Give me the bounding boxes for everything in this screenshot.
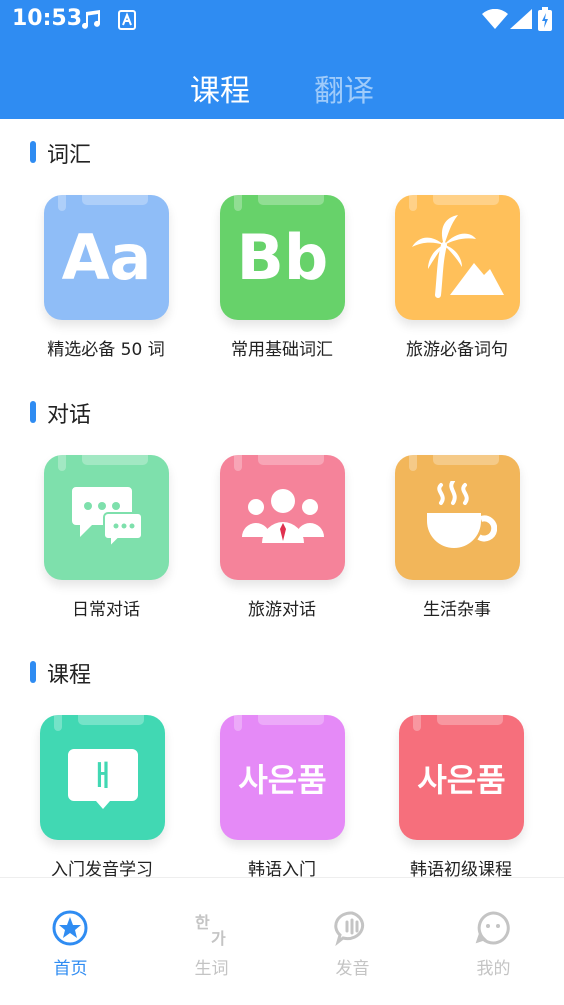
letters-aa-icon: Aa (61, 221, 152, 294)
svg-text:한: 한 (195, 913, 210, 932)
tab-translate[interactable]: 翻译 (314, 66, 374, 110)
card-label: 常用基础词汇 (231, 340, 333, 360)
card-korean-intro[interactable]: 사은품 (220, 715, 345, 840)
status-bar: 10:53 (0, 0, 564, 40)
star-icon (52, 910, 88, 946)
section-title-dialogue: 对话 (30, 397, 91, 429)
bottom-nav: 首页 한 가 生词 发音 我的 (0, 877, 564, 1005)
card-label: 入门发音学习 (51, 860, 153, 877)
nav-pronunciation[interactable]: 发音 (282, 878, 423, 988)
card-life-chores[interactable] (395, 455, 520, 580)
section-title-courses: 课程 (30, 657, 91, 689)
card-basic-vocabulary[interactable]: Bb (220, 195, 345, 320)
top-tab-bar: 课程 翻译 (0, 40, 564, 119)
course-list[interactable]: 词汇 Aa 精选必备 50 词 Bb 常用基础词汇 旅游必备词句 对话 日常对话… (0, 119, 564, 877)
nav-vocabulary[interactable]: 한 가 生词 (141, 878, 282, 988)
hangul-text-icon: 사은품 (417, 760, 506, 799)
wifi-icon (482, 9, 508, 29)
nav-home[interactable]: 首页 (0, 878, 141, 988)
card-label: 生活杂事 (423, 600, 491, 620)
battery-icon (538, 7, 552, 31)
nav-profile[interactable]: 我的 (423, 878, 564, 988)
hangul-book-icon: 한 가 (195, 913, 226, 946)
card-daily-dialogue[interactable] (44, 455, 169, 580)
speech-icon (334, 911, 365, 946)
card-pronunciation-intro[interactable]: ㅐ (40, 715, 165, 840)
status-time: 10:53 (12, 6, 83, 31)
tab-courses[interactable]: 课程 (190, 66, 250, 110)
letters-bb-icon: Bb (236, 221, 329, 294)
card-korean-elementary[interactable]: 사은품 (399, 715, 524, 840)
music-note-icon (82, 10, 100, 29)
card-essential-50-words[interactable]: Aa (44, 195, 169, 320)
card-label: 日常对话 (72, 600, 140, 620)
coffee-cup-icon (427, 481, 497, 548)
card-label: 韩语初级课程 (410, 860, 512, 877)
chat-bubbles-icon (72, 487, 142, 549)
signal-icon (510, 9, 532, 29)
group-people-icon (242, 489, 324, 543)
card-travel-phrases[interactable] (395, 195, 520, 320)
palm-tree-icon (412, 215, 504, 298)
svg-text:가: 가 (211, 929, 226, 946)
card-label: 精选必备 50 词 (47, 340, 165, 360)
card-travel-dialogue[interactable] (220, 455, 345, 580)
hangul-text-icon: 사은품 (238, 760, 327, 799)
card-label: 旅游必备词句 (406, 340, 508, 360)
card-label: 旅游对话 (248, 600, 316, 620)
smile-icon (475, 911, 510, 945)
section-title-vocabulary: 词汇 (30, 137, 91, 169)
translate-notification-icon (118, 10, 136, 30)
card-label: 韩语入门 (248, 860, 316, 877)
